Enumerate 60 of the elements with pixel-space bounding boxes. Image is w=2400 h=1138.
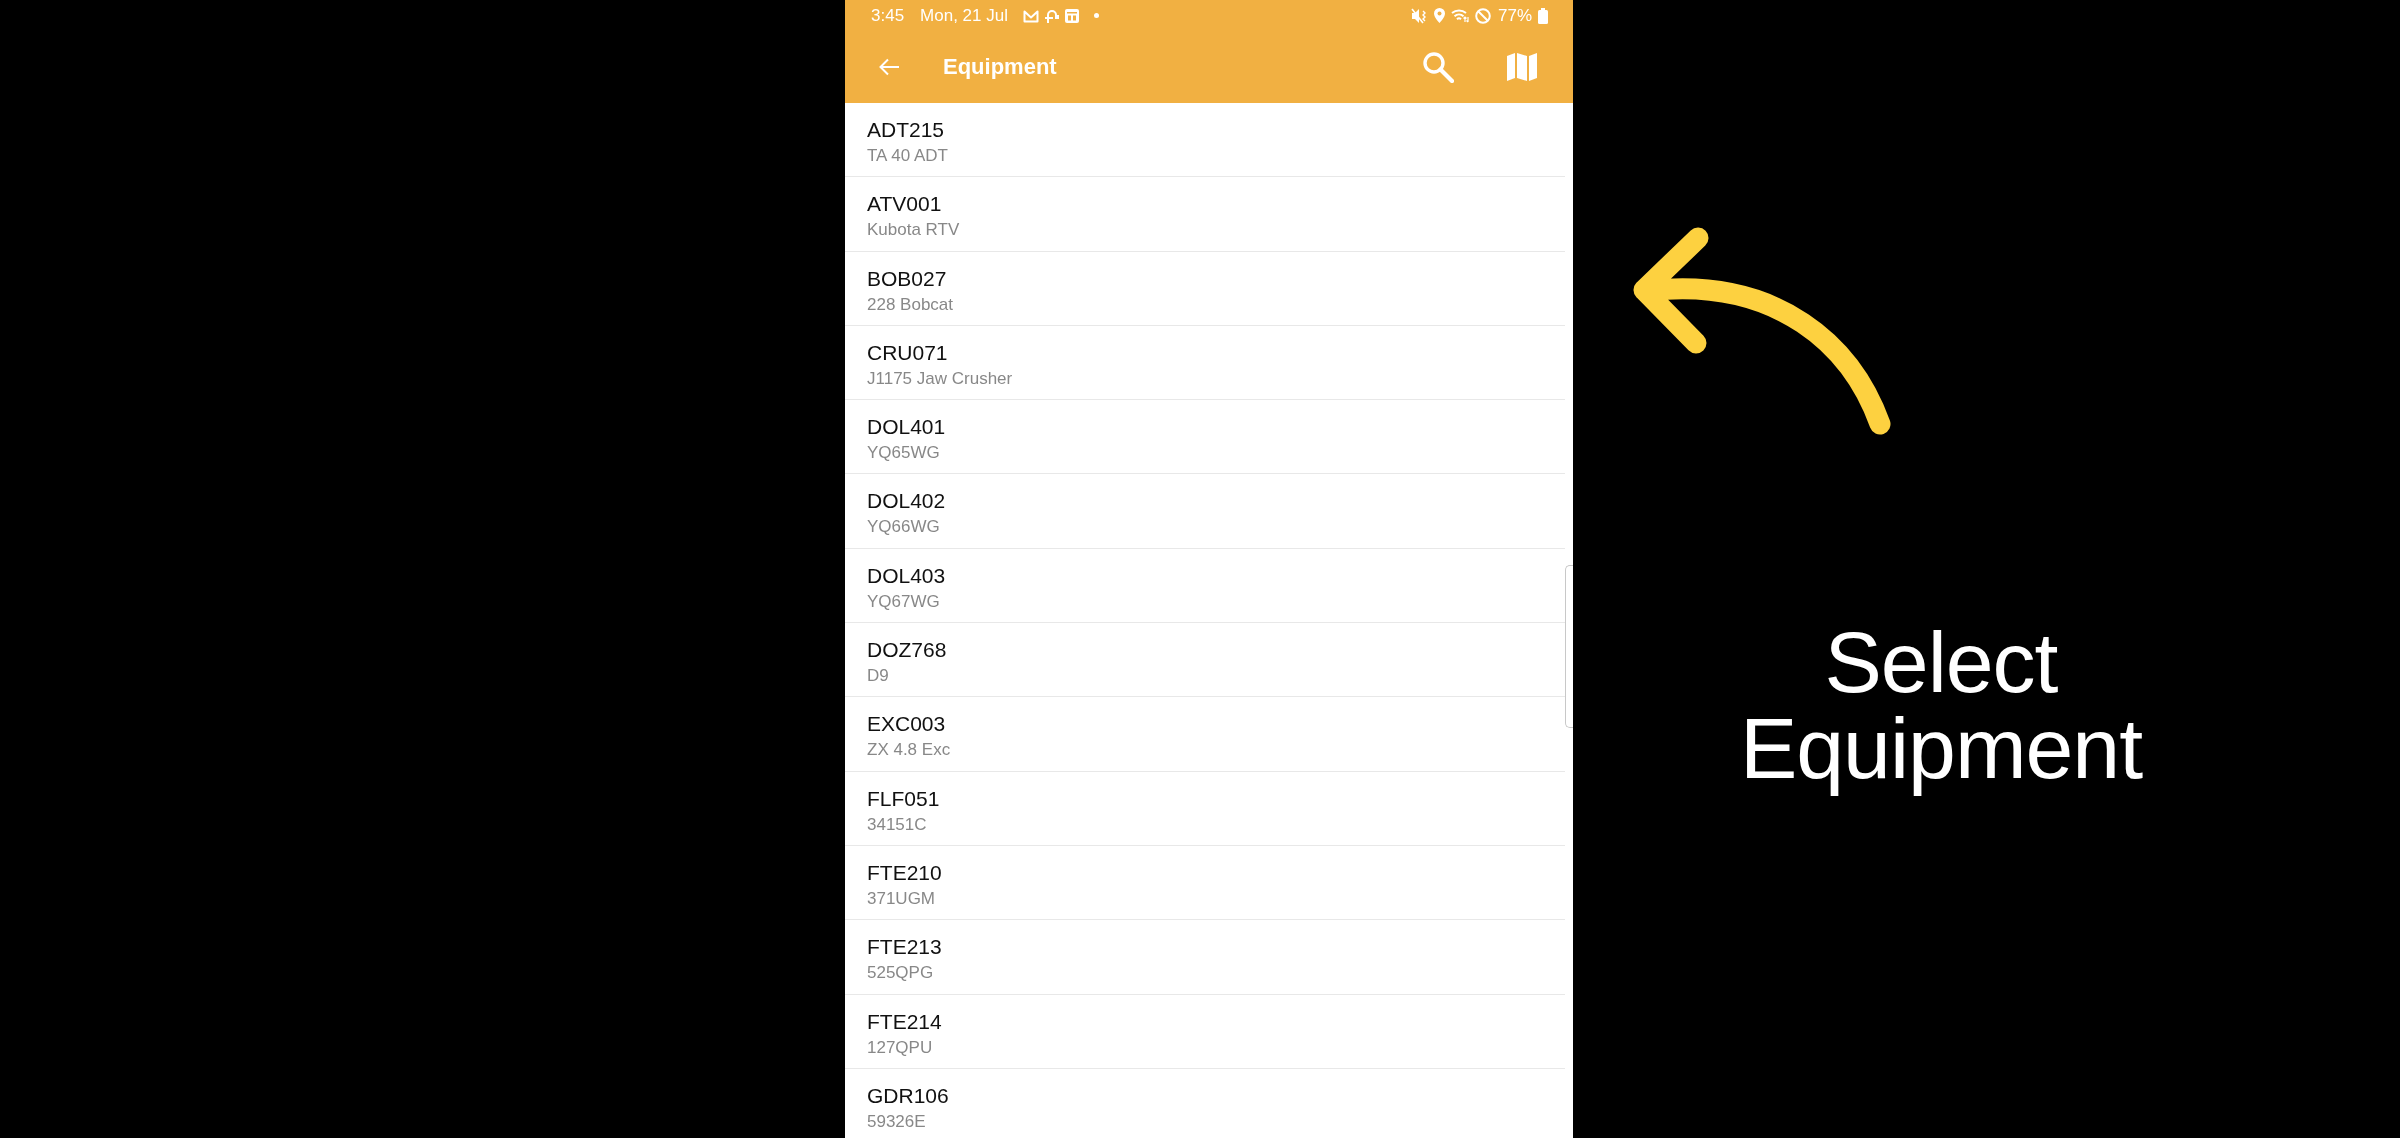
- equipment-description: ZX 4.8 Exc: [867, 740, 951, 761]
- prohibited-icon: [1474, 7, 1491, 24]
- location-pin-icon: [1433, 8, 1445, 23]
- back-arrow-icon[interactable]: [878, 57, 900, 77]
- equipment-description: Kubota RTV: [867, 220, 960, 241]
- equipment-code: DOL401: [867, 415, 946, 440]
- equipment-code: FLF051: [867, 786, 940, 811]
- list-item[interactable]: ATV001 Kubota RTV: [845, 177, 1565, 252]
- list-item[interactable]: ADT215 TA 40 ADT: [845, 103, 1565, 178]
- search-icon[interactable]: [1422, 51, 1454, 83]
- equipment-description: 525QPG: [867, 963, 934, 984]
- equipment-description: 228 Bobcat: [867, 294, 953, 315]
- connector-icon: [1044, 7, 1060, 24]
- equipment-description: 127QPU: [867, 1037, 933, 1058]
- muted-speaker-icon: [1410, 7, 1428, 24]
- status-time: 3:45: [871, 5, 905, 26]
- map-icon[interactable]: [1507, 52, 1537, 82]
- equipment-description: YQ66WG: [867, 517, 940, 538]
- equipment-code: FTE210: [867, 860, 942, 885]
- equipment-description: YQ67WG: [867, 591, 940, 612]
- list-item[interactable]: EXC003 ZX 4.8 Exc: [845, 697, 1565, 772]
- status-date: Mon, 21 Jul: [920, 5, 1008, 26]
- wifi-icon: [1450, 8, 1469, 23]
- list-item[interactable]: FTE214 127QPU: [845, 994, 1565, 1069]
- caption-text: Select Equipment: [1738, 613, 2144, 798]
- list-item[interactable]: BOB027 228 Bobcat: [845, 251, 1565, 326]
- equipment-code: EXC003: [867, 712, 946, 737]
- equipment-description: TA 40 ADT: [867, 146, 948, 166]
- equipment-code: CRU071: [867, 340, 948, 365]
- equipment-description: 59326E: [867, 1111, 926, 1132]
- mail-icon: [1023, 8, 1039, 23]
- screen-title: Equipment: [943, 53, 1057, 81]
- equipment-description: 34151C: [867, 814, 927, 835]
- equipment-description: D9: [867, 666, 889, 687]
- calendar-icon: [1065, 8, 1079, 23]
- battery-percent: 77%: [1497, 5, 1532, 26]
- list-item[interactable]: DOL401 YQ65WG: [845, 400, 1565, 475]
- equipment-description: J1175 Jaw Crusher: [867, 368, 1013, 389]
- dot-icon: [1094, 13, 1099, 18]
- equipment-code: FTE213: [867, 935, 942, 960]
- scrollbar-thumb[interactable]: [1565, 565, 1573, 728]
- equipment-code: ATV001: [867, 192, 942, 217]
- list-item[interactable]: GDR106 59326E: [845, 1068, 1565, 1138]
- equipment-code: FTE214: [867, 1009, 942, 1034]
- list-item[interactable]: FLF051 34151C: [845, 771, 1565, 846]
- battery-icon: [1538, 7, 1548, 24]
- equipment-code: ADT215: [867, 118, 945, 142]
- equipment-description: YQ65WG: [867, 443, 940, 464]
- list-item[interactable]: DOZ768 D9: [845, 623, 1565, 698]
- equipment-code: DOZ768: [867, 638, 947, 663]
- equipment-description: 371UGM: [867, 888, 936, 909]
- list-item[interactable]: CRU071 J1175 Jaw Crusher: [845, 325, 1565, 401]
- equipment-code: DOL403: [867, 563, 946, 588]
- list-item[interactable]: FTE210 371UGM: [845, 845, 1565, 921]
- list-item[interactable]: DOL402 YQ66WG: [845, 474, 1565, 549]
- equipment-code: DOL402: [867, 489, 946, 514]
- equipment-code: BOB027: [867, 266, 947, 291]
- equipment-code: GDR106: [867, 1083, 949, 1108]
- list-item[interactable]: DOL403 YQ67WG: [845, 548, 1565, 624]
- list-item[interactable]: FTE213 525QPG: [845, 920, 1565, 995]
